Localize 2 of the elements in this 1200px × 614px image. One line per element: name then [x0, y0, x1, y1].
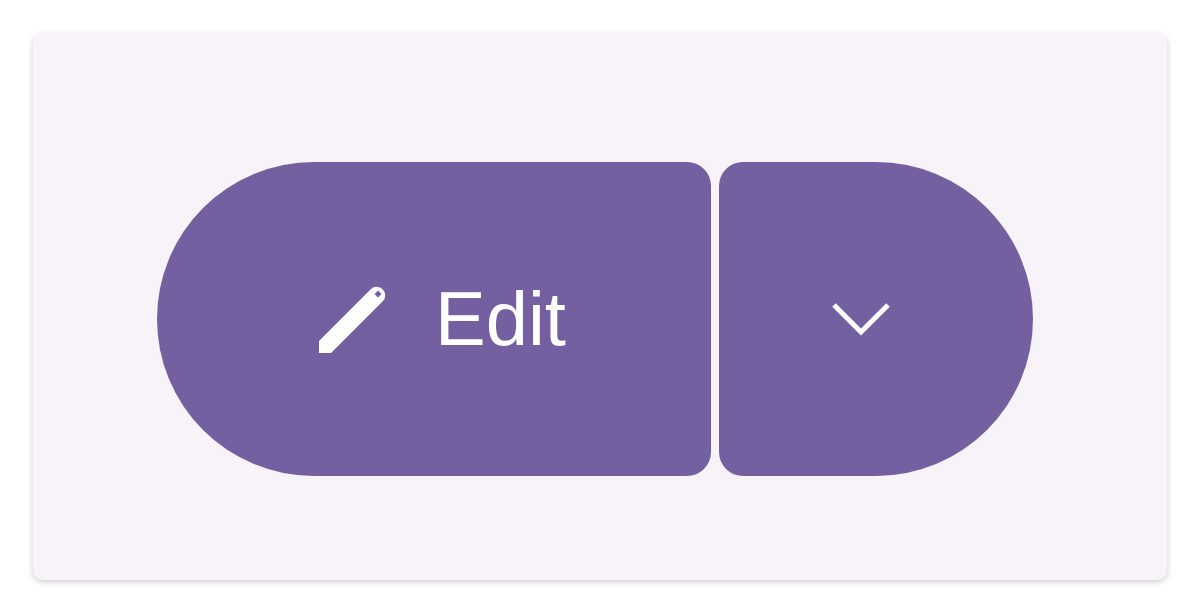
dropdown-button[interactable] [719, 162, 1033, 476]
edit-button[interactable]: Edit [157, 162, 711, 476]
